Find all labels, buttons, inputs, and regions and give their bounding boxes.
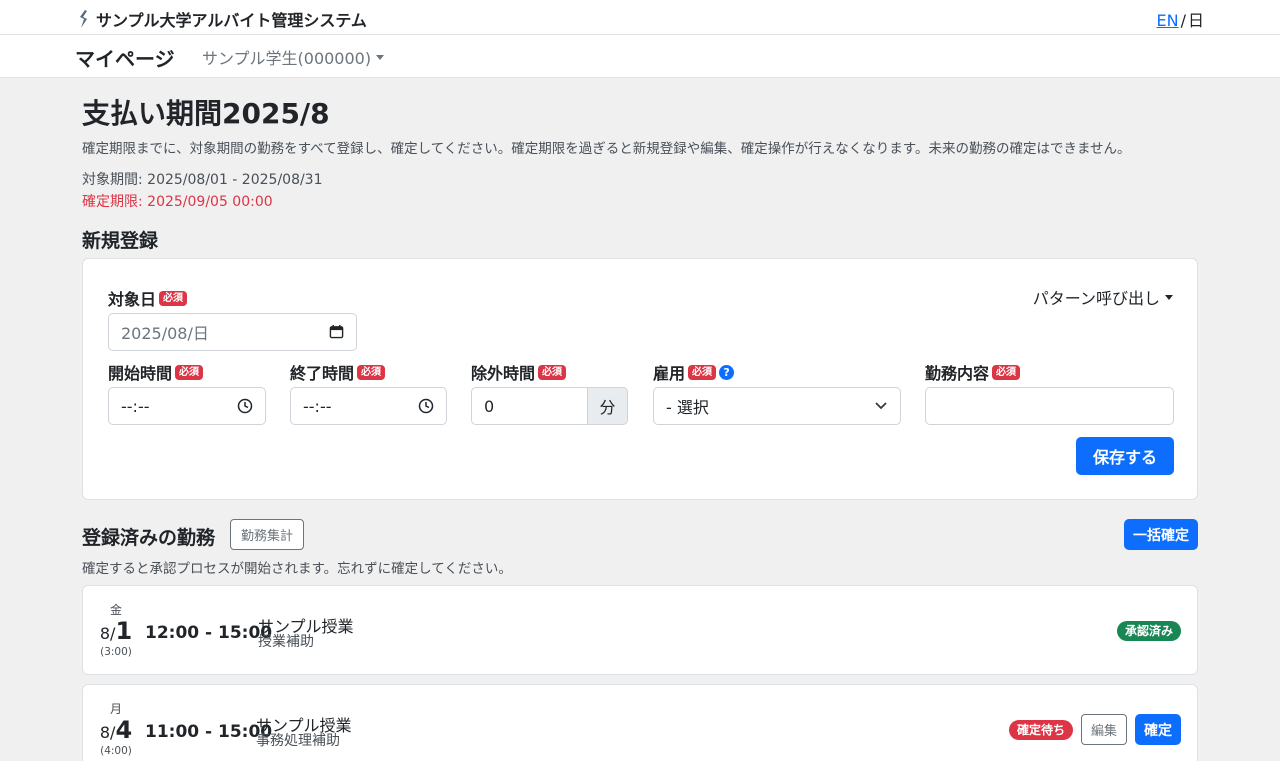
required-badge: 必須 bbox=[688, 364, 717, 380]
end-time-input[interactable]: --:-- bbox=[290, 387, 447, 425]
work-date-month: 8/ bbox=[99, 624, 116, 643]
date-label: 対象日 必須 bbox=[108, 286, 188, 310]
list-item[interactable]: 月 8/4 (4:00) 11:00 - 15:00 サンプル授業 事務処理補助… bbox=[82, 684, 1198, 761]
lang-separator: / bbox=[1180, 11, 1186, 30]
employment-label: 雇用 必須 ? bbox=[653, 360, 735, 384]
exclude-time-value: 0 bbox=[484, 396, 495, 416]
confirm-deadline: 確定期限: 2025/09/05 00:00 bbox=[82, 194, 273, 210]
clock-icon bbox=[418, 398, 434, 414]
page-description: 確定期限までに、対象期間の勤務をすべて登録し、確定してください。確定期限を過ぎる… bbox=[82, 141, 1131, 157]
work-date-month: 8/ bbox=[99, 723, 116, 742]
target-period: 対象期間: 2025/08/01 - 2025/08/31 bbox=[82, 172, 323, 188]
new-entry-heading: 新規登録 bbox=[82, 230, 159, 252]
work-summary-button[interactable]: 勤務集計 bbox=[230, 519, 304, 550]
lang-ja-label: 日 bbox=[1187, 11, 1204, 30]
work-time-range: 11:00 - 15:00 bbox=[145, 722, 273, 742]
start-time-label: 開始時間 必須 bbox=[108, 360, 204, 384]
work-date: 8/4 bbox=[83, 716, 149, 744]
pattern-call-label: パターン呼び出し bbox=[1032, 289, 1160, 308]
work-date: 8/1 bbox=[83, 617, 149, 645]
new-entry-form: パターン呼び出し 対象日 必須 2025/08/日 開始時間 必須 --:-- … bbox=[82, 258, 1198, 500]
work-time-range: 12:00 - 15:00 bbox=[145, 623, 273, 643]
app-title: サンプル大学アルバイト管理システム bbox=[96, 11, 367, 30]
confirm-button[interactable]: 確定 bbox=[1135, 714, 1181, 745]
chevron-down-icon bbox=[875, 402, 887, 410]
start-time-value: --:-- bbox=[121, 396, 150, 416]
user-menu-dropdown[interactable]: サンプル学生(000000) bbox=[202, 45, 385, 69]
nav-bar: マイページ サンプル学生(000000) bbox=[0, 35, 1280, 78]
work-content-label: 勤務内容 必須 bbox=[925, 360, 1021, 384]
employment-selected-value: - 選択 bbox=[666, 398, 709, 417]
end-time-value: --:-- bbox=[303, 396, 332, 416]
calendar-icon bbox=[329, 324, 344, 339]
date-input[interactable]: 2025/08/日 bbox=[108, 313, 357, 351]
help-icon[interactable]: ? bbox=[719, 364, 735, 380]
list-item[interactable]: 金 8/1 (3:00) 12:00 - 15:00 サンプル授業 授業補助 承… bbox=[82, 585, 1198, 675]
language-switcher: EN / 日 bbox=[1157, 7, 1204, 31]
required-badge: 必須 bbox=[159, 290, 188, 306]
top-bar: サンプル大学アルバイト管理システム EN / 日 bbox=[0, 0, 1280, 35]
page-title: 支払い期間2025/8 bbox=[82, 97, 330, 130]
save-button[interactable]: 保存する bbox=[1076, 437, 1174, 475]
brand[interactable]: サンプル大学アルバイト管理システム bbox=[78, 7, 367, 31]
edit-button[interactable]: 編集 bbox=[1081, 714, 1127, 745]
caret-down-icon bbox=[1165, 294, 1173, 300]
status-badge: 確定待ち bbox=[1009, 720, 1074, 740]
work-date-day: 4 bbox=[115, 716, 133, 744]
end-time-label-text: 終了時間 bbox=[290, 364, 355, 383]
work-duration: (4:00) bbox=[100, 745, 132, 757]
clock-icon bbox=[237, 398, 253, 414]
exclude-time-label: 除外時間 必須 bbox=[471, 360, 567, 384]
employment-label-text: 雇用 bbox=[653, 364, 686, 383]
required-badge: 必須 bbox=[538, 364, 567, 380]
required-badge: 必須 bbox=[357, 364, 386, 380]
registered-heading: 登録済みの勤務 bbox=[82, 527, 216, 549]
work-content-label-text: 勤務内容 bbox=[925, 364, 990, 383]
date-value: 2025/08/日 bbox=[121, 324, 209, 343]
bulk-confirm-button[interactable]: 一括確定 bbox=[1124, 519, 1198, 550]
end-time-label: 終了時間 必須 bbox=[290, 360, 386, 384]
pattern-call-dropdown[interactable]: パターン呼び出し bbox=[1033, 285, 1173, 309]
start-time-input[interactable]: --:-- bbox=[108, 387, 266, 425]
day-of-week: 金 bbox=[109, 603, 122, 617]
required-badge: 必須 bbox=[175, 364, 204, 380]
caret-down-icon bbox=[376, 54, 385, 60]
task-name: 事務処理補助 bbox=[256, 733, 340, 749]
date-label-text: 対象日 bbox=[108, 290, 157, 309]
work-content-input[interactable] bbox=[925, 387, 1174, 425]
minutes-unit-addon: 分 bbox=[587, 387, 628, 425]
work-duration: (3:00) bbox=[100, 646, 132, 658]
user-name: サンプル学生(000000) bbox=[202, 49, 372, 68]
employment-select[interactable]: - 選択 bbox=[653, 387, 901, 425]
day-of-week: 月 bbox=[109, 702, 122, 716]
registered-description: 確定すると承認プロセスが開始されます。忘れずに確定してください。 bbox=[82, 561, 512, 577]
task-name: 授業補助 bbox=[258, 634, 314, 650]
status-badge: 承認済み bbox=[1117, 621, 1182, 641]
nav-title-mypage[interactable]: マイページ bbox=[75, 43, 175, 72]
exclude-time-input[interactable]: 0 bbox=[471, 387, 589, 425]
work-date-day: 1 bbox=[115, 617, 133, 645]
lang-en-link[interactable]: EN bbox=[1157, 11, 1179, 30]
start-time-label-text: 開始時間 bbox=[108, 364, 173, 383]
required-badge: 必須 bbox=[992, 364, 1021, 380]
exclude-time-label-text: 除外時間 bbox=[471, 364, 536, 383]
university-logo-icon bbox=[80, 10, 87, 28]
